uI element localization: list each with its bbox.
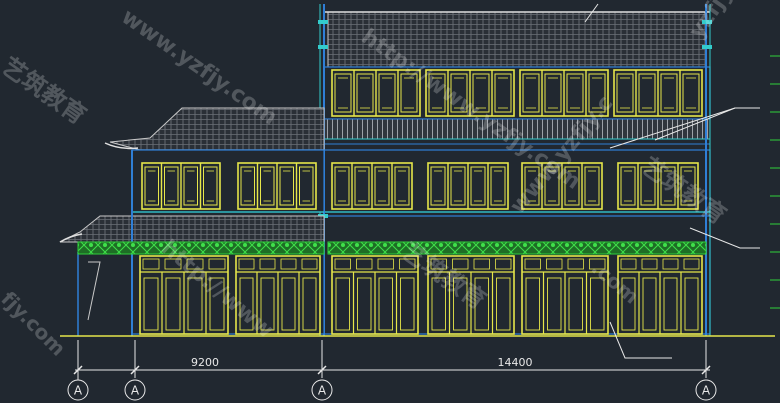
dimension-line [73, 340, 711, 378]
axis-bubble-label: A [131, 384, 140, 398]
axis-bubble: A [124, 379, 146, 401]
third-floor-wall [323, 66, 711, 120]
level-ticks [770, 55, 780, 309]
axis-bubble-label: A [702, 384, 711, 398]
axis-bubble: A [67, 378, 89, 401]
axis-bubble: A [311, 379, 333, 401]
watermark: 艺筑教育 [0, 52, 91, 130]
axis-bubble-label: A [318, 384, 327, 398]
left-upper-roof [109, 107, 325, 151]
left-block [59, 107, 325, 336]
axis-bubbles: A A A A [67, 378, 717, 401]
axis-bubble: A [695, 379, 717, 401]
dimension-label-14400: 14400 [498, 356, 533, 369]
ground-floor-wall [323, 215, 711, 335]
watermark: fjy.com [0, 287, 71, 361]
left-lower-roof [59, 215, 325, 243]
axis-bubble-label: A [74, 384, 83, 398]
cad-elevation-drawing: 9200 14400 A A A A www.yzfjy.com http://… [0, 0, 780, 401]
dimension-label-9200: 9200 [191, 356, 219, 369]
